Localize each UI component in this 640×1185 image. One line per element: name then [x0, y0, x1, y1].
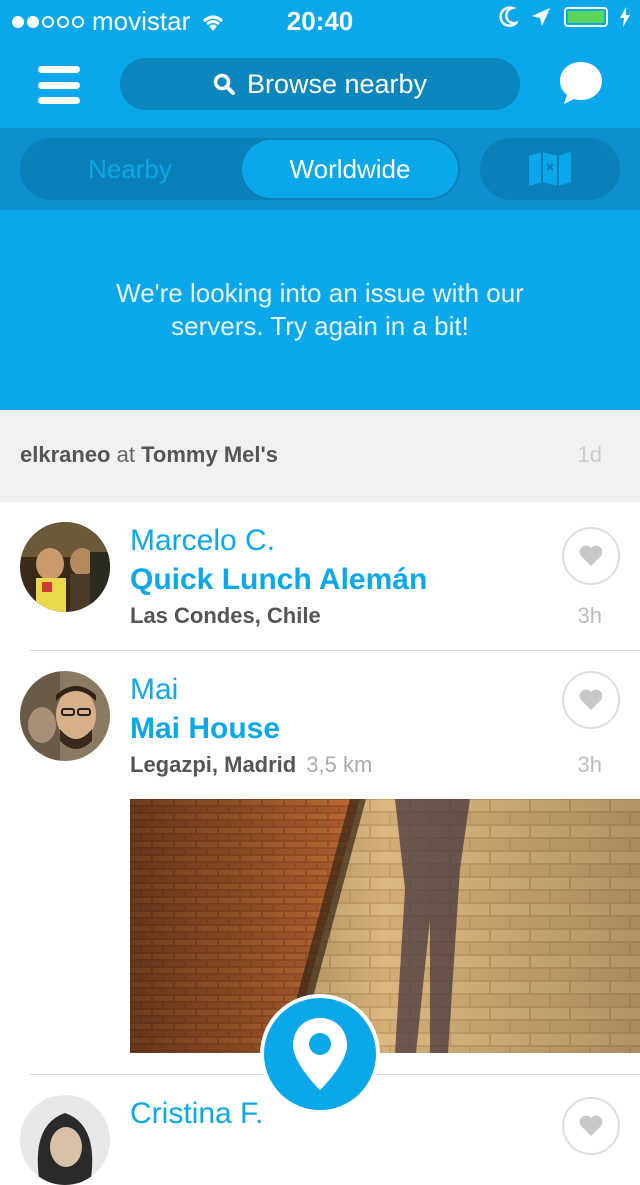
place-location: Las Condes, Chile: [130, 603, 331, 629]
activity-age: 1d: [577, 442, 602, 467]
moon-icon: [499, 6, 518, 27]
search-label: Browse nearby: [246, 68, 428, 99]
status-bar: movistar 20:40: [0, 0, 640, 40]
tab-nearby[interactable]: Nearby: [20, 138, 240, 200]
location-text: Las Condes, Chile: [130, 603, 321, 628]
heart-icon: [579, 1115, 603, 1136]
user-name[interactable]: Marcelo C.: [130, 524, 275, 558]
like-button[interactable]: [562, 1097, 620, 1155]
like-button[interactable]: [562, 671, 620, 729]
avatar[interactable]: [20, 671, 110, 761]
avatar[interactable]: [20, 522, 110, 612]
avatar[interactable]: [20, 1095, 110, 1185]
activity-at: at: [116, 442, 135, 467]
user-name[interactable]: Cristina F.: [130, 1097, 263, 1131]
map-icon: [529, 152, 571, 186]
activity-venue[interactable]: Tommy Mel's: [141, 442, 278, 467]
check-in-button[interactable]: [260, 994, 380, 1114]
map-view-button[interactable]: [480, 138, 620, 200]
battery-icon: [564, 7, 608, 27]
post-age: 3h: [577, 603, 602, 628]
error-banner: We're looking into an issue with our ser…: [0, 210, 640, 410]
browse-nearby-search[interactable]: Browse nearby: [120, 58, 520, 110]
distance-text: 3,5 km: [306, 752, 373, 777]
post-age: 3h: [577, 752, 602, 777]
scope-segmented-control: Nearby Worldwide: [20, 138, 460, 200]
heart-icon: [579, 689, 603, 710]
feed-item[interactable]: Marcelo C. Quick Lunch Alemán Las Condes…: [0, 502, 640, 650]
segment-bar: Nearby Worldwide: [0, 128, 640, 210]
heart-icon: [579, 545, 603, 566]
search-icon: [213, 73, 235, 95]
place-name[interactable]: Quick Lunch Alemán: [130, 563, 427, 597]
activity-text: elkraneo at Tommy Mel's: [20, 442, 278, 468]
place-name[interactable]: Mai House: [130, 712, 280, 746]
error-message: We're looking into an issue with our ser…: [116, 278, 524, 341]
hamburger-menu-icon[interactable]: [38, 66, 80, 104]
chat-bubble-icon[interactable]: [558, 60, 604, 106]
location-pin-icon: [293, 1018, 347, 1090]
location-arrow-icon: [532, 8, 550, 26]
place-location: Legazpi, Madrid 3,5 km: [130, 752, 372, 778]
like-button[interactable]: [562, 527, 620, 585]
charging-icon: [620, 7, 630, 27]
location-text: Legazpi, Madrid: [130, 752, 297, 777]
tab-worldwide[interactable]: Worldwide: [242, 140, 458, 198]
activity-user[interactable]: elkraneo: [20, 442, 111, 467]
navigation-bar: Browse nearby: [0, 40, 640, 128]
activity-row[interactable]: elkraneo at Tommy Mel's 1d: [0, 410, 640, 502]
user-name[interactable]: Mai: [130, 673, 178, 707]
post-photo[interactable]: [130, 799, 640, 1053]
